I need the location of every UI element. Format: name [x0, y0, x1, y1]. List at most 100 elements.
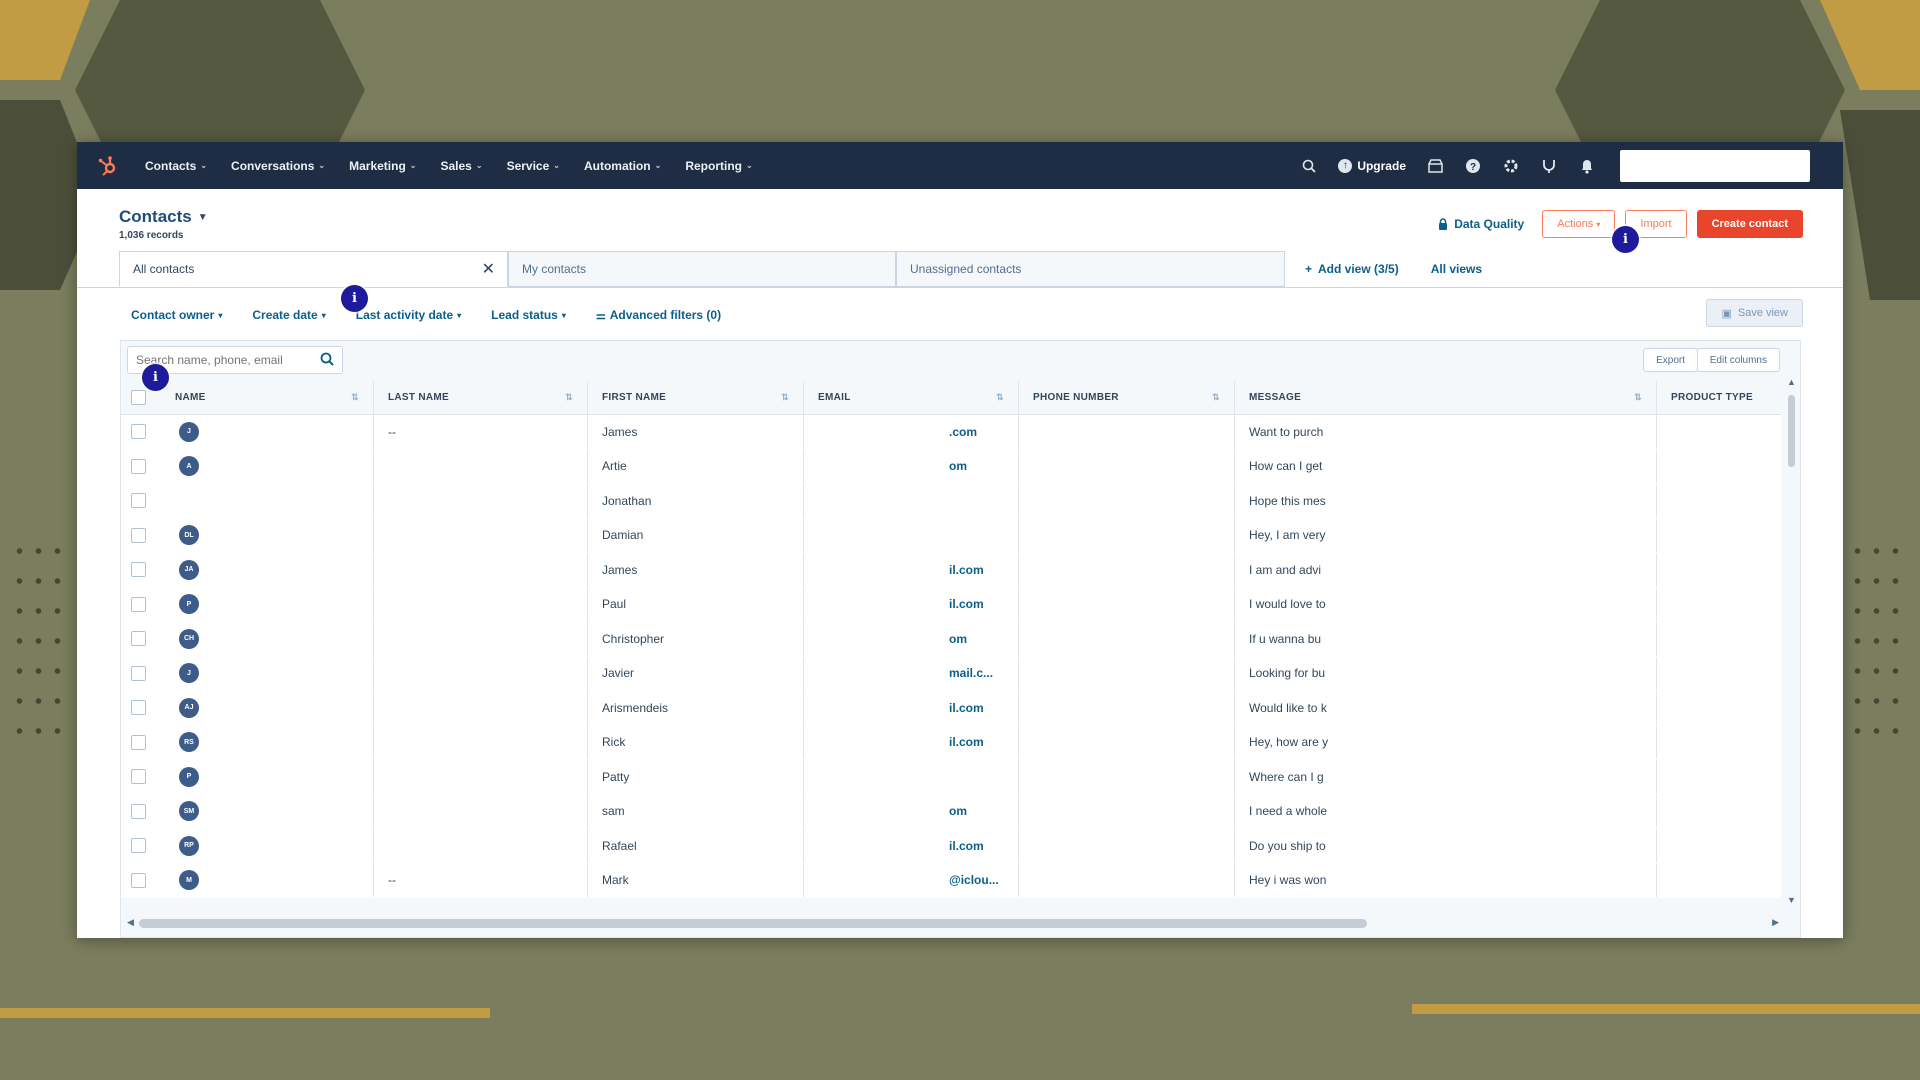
- tab-unassigned-contacts[interactable]: Unassigned contacts: [896, 251, 1285, 287]
- last-name-cell[interactable]: [374, 760, 588, 794]
- vertical-scrollbar[interactable]: ▲ ▼: [1786, 377, 1796, 905]
- search-icon[interactable]: [1300, 157, 1318, 175]
- column-header-message[interactable]: MESSAGE ⇅: [1235, 381, 1657, 414]
- nav-service[interactable]: Service ⌄: [507, 159, 560, 173]
- filter-create-date[interactable]: Create date ▾: [252, 308, 325, 322]
- sort-icon[interactable]: ⇅: [1212, 392, 1220, 403]
- actions-button[interactable]: Actions ▾: [1542, 210, 1616, 238]
- first-name-cell[interactable]: James: [588, 553, 804, 587]
- export-button[interactable]: Export: [1643, 348, 1698, 372]
- product-type-cell[interactable]: [1657, 795, 1781, 829]
- advanced-filters-button[interactable]: ⚌ Advanced filters (0): [596, 308, 721, 322]
- table-row[interactable]: CH Christopher om If u wanna bu: [121, 622, 1781, 657]
- email-cell[interactable]: il.com: [804, 587, 1019, 621]
- product-type-cell[interactable]: [1657, 553, 1781, 587]
- bell-icon[interactable]: [1578, 157, 1596, 175]
- row-checkbox[interactable]: [131, 769, 146, 785]
- phone-cell[interactable]: [1019, 622, 1235, 656]
- name-cell[interactable]: DL: [161, 518, 374, 552]
- email-link[interactable]: il.com: [949, 701, 984, 715]
- horizontal-scrollbar[interactable]: ◀ ▶: [127, 915, 1779, 929]
- table-row[interactable]: AJ Arismendeis il.com Would like to k: [121, 691, 1781, 726]
- filter-lead-status[interactable]: Lead status ▾: [491, 308, 566, 322]
- email-cell[interactable]: om: [804, 622, 1019, 656]
- sort-icon[interactable]: ⇅: [351, 392, 359, 403]
- sort-icon[interactable]: ⇅: [1634, 392, 1642, 403]
- column-header-phone-number[interactable]: PHONE NUMBER ⇅: [1019, 381, 1235, 414]
- notifications-icon[interactable]: [1540, 157, 1558, 175]
- phone-cell[interactable]: [1019, 691, 1235, 725]
- phone-cell[interactable]: [1019, 587, 1235, 621]
- all-views-link[interactable]: All views: [1431, 262, 1482, 276]
- email-cell[interactable]: il.com: [804, 725, 1019, 759]
- search-icon[interactable]: [320, 352, 334, 369]
- table-row[interactable]: P Paul il.com I would love to: [121, 587, 1781, 622]
- tab-my-contacts[interactable]: My contacts: [508, 251, 896, 287]
- first-name-cell[interactable]: Artie: [588, 449, 804, 483]
- first-name-cell[interactable]: Christopher: [588, 622, 804, 656]
- last-name-cell[interactable]: [374, 587, 588, 621]
- email-link[interactable]: @iclou...: [949, 873, 999, 887]
- email-link[interactable]: il.com: [949, 839, 984, 853]
- email-link[interactable]: mail.c...: [949, 666, 993, 680]
- edit-columns-button[interactable]: Edit columns: [1696, 348, 1780, 372]
- product-type-cell[interactable]: [1657, 484, 1781, 518]
- nav-conversations[interactable]: Conversations ⌄: [231, 159, 325, 173]
- row-checkbox[interactable]: [131, 665, 146, 681]
- name-cell[interactable]: SM: [161, 794, 374, 828]
- phone-cell[interactable]: [1019, 863, 1235, 897]
- create-contact-button[interactable]: Create contact: [1696, 210, 1803, 238]
- help-icon[interactable]: ?: [1464, 157, 1482, 175]
- close-icon[interactable]: ✕: [482, 259, 495, 279]
- first-name-cell[interactable]: sam: [588, 794, 804, 828]
- last-name-cell[interactable]: [374, 518, 588, 552]
- phone-cell[interactable]: [1019, 760, 1235, 794]
- scroll-up-icon[interactable]: ▲: [1787, 377, 1796, 387]
- row-checkbox[interactable]: [131, 424, 146, 440]
- row-checkbox[interactable]: [131, 527, 146, 543]
- row-checkbox[interactable]: [131, 631, 146, 647]
- table-row[interactable]: DL Damian Hey, I am very: [121, 518, 1781, 553]
- info-badge-actions[interactable]: i: [1612, 226, 1639, 253]
- phone-cell[interactable]: [1019, 449, 1235, 483]
- message-cell[interactable]: I need a whole: [1235, 794, 1657, 828]
- name-cell[interactable]: CH: [161, 622, 374, 656]
- product-type-cell[interactable]: [1657, 588, 1781, 622]
- filter-contact-owner[interactable]: Contact owner ▾: [131, 308, 222, 322]
- name-cell[interactable]: J: [161, 415, 374, 449]
- message-cell[interactable]: Hey, how are y: [1235, 725, 1657, 759]
- message-cell[interactable]: Hey i was won: [1235, 863, 1657, 897]
- email-link[interactable]: il.com: [949, 563, 984, 577]
- info-badge-search[interactable]: i: [142, 364, 169, 391]
- email-cell[interactable]: [804, 760, 1019, 794]
- account-menu[interactable]: [1620, 149, 1810, 182]
- row-checkbox[interactable]: [131, 493, 146, 509]
- page-title[interactable]: Contacts ▼: [119, 207, 208, 227]
- data-quality-button[interactable]: Data Quality: [1438, 217, 1524, 231]
- table-row[interactable]: RP Rafael il.com Do you ship to: [121, 829, 1781, 864]
- last-name-cell[interactable]: --: [374, 415, 588, 449]
- last-name-cell[interactable]: [374, 725, 588, 759]
- column-header-last-name[interactable]: LAST NAME ⇅: [374, 381, 588, 414]
- row-checkbox[interactable]: [131, 734, 146, 750]
- nav-sales[interactable]: Sales ⌄: [441, 159, 483, 173]
- message-cell[interactable]: Would like to k: [1235, 691, 1657, 725]
- info-badge-filters[interactable]: i: [341, 285, 368, 312]
- first-name-cell[interactable]: Arismendeis: [588, 691, 804, 725]
- message-cell[interactable]: Hey, I am very: [1235, 518, 1657, 552]
- first-name-cell[interactable]: Jonathan: [588, 484, 804, 518]
- table-row[interactable]: P Patty Where can I g: [121, 760, 1781, 795]
- column-header-first-name[interactable]: FIRST NAME ⇅: [588, 381, 804, 414]
- sort-icon[interactable]: ⇅: [565, 392, 573, 403]
- email-cell[interactable]: mail.c...: [804, 656, 1019, 690]
- name-cell[interactable]: M: [161, 863, 374, 897]
- name-cell[interactable]: RP: [161, 829, 374, 863]
- message-cell[interactable]: Where can I g: [1235, 760, 1657, 794]
- phone-cell[interactable]: [1019, 725, 1235, 759]
- email-cell[interactable]: il.com: [804, 829, 1019, 863]
- table-row[interactable]: JA James il.com I am and advi: [121, 553, 1781, 588]
- sort-icon[interactable]: ⇅: [996, 392, 1004, 403]
- name-cell[interactable]: J: [161, 656, 374, 690]
- product-type-cell[interactable]: [1657, 760, 1781, 794]
- vertical-scroll-thumb[interactable]: [1788, 395, 1795, 467]
